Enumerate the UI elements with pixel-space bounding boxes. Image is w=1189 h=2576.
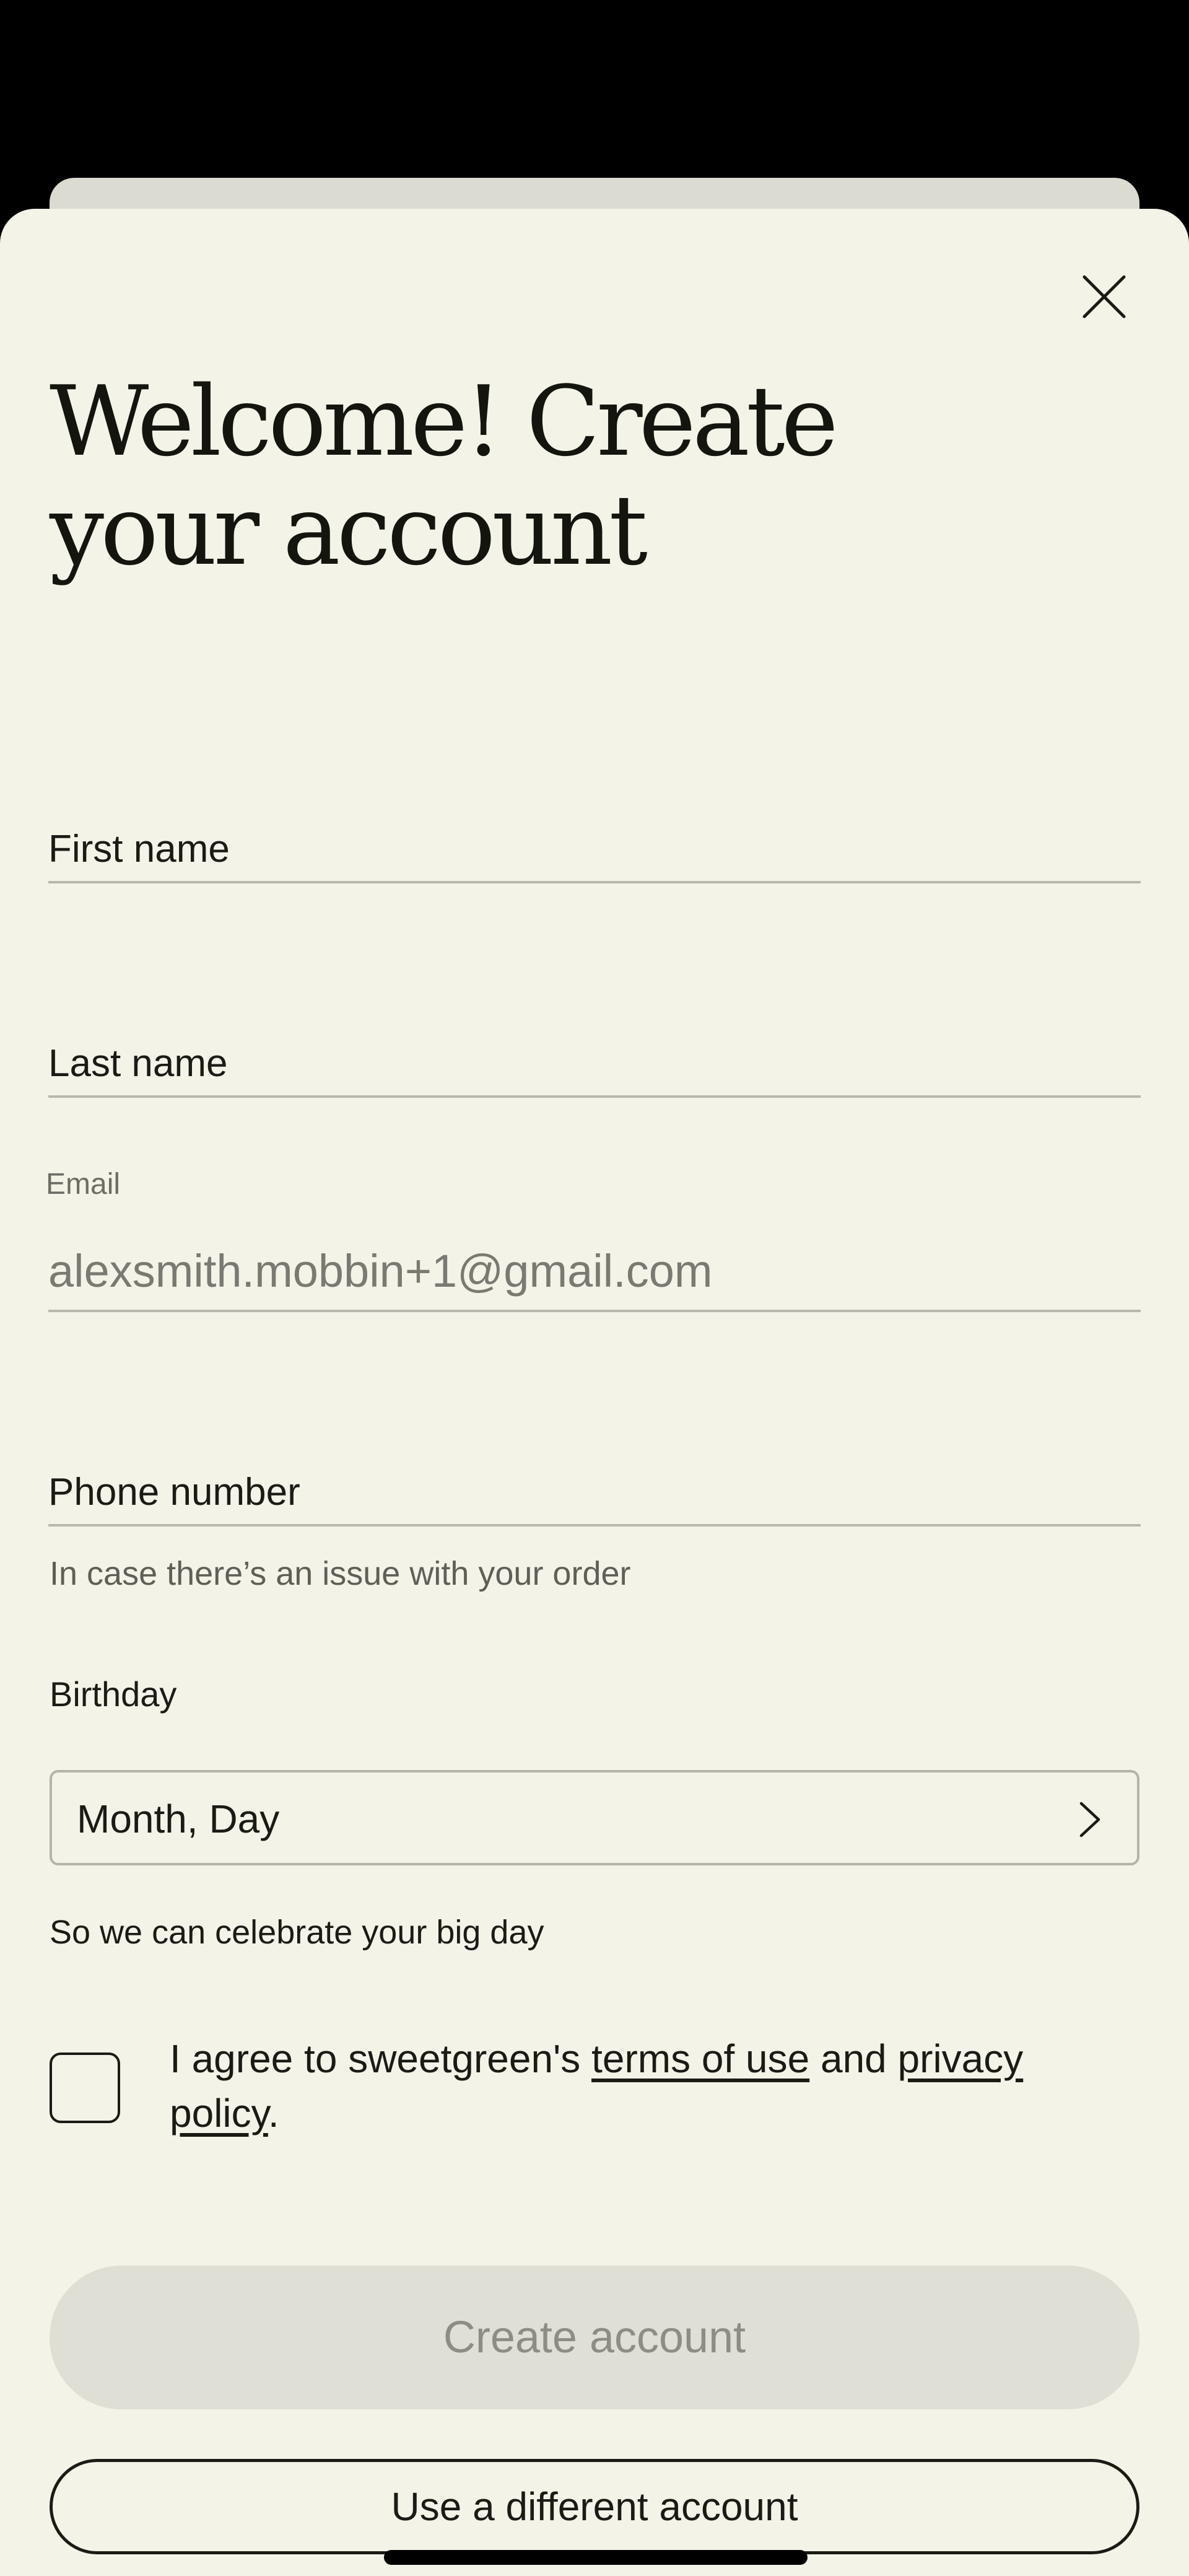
use-different-account-button[interactable]: Use a different account — [50, 2459, 1139, 2554]
chevron-right-icon — [1079, 1802, 1100, 1838]
birthday-label: Birthday — [50, 1675, 177, 1714]
email-value: alexsmith.mobbin+1@gmail.com — [48, 1245, 713, 1297]
create-account-button[interactable]: Create account — [50, 2266, 1139, 2409]
first-name-field[interactable]: First name — [48, 797, 1141, 883]
terms-agreement-text: I agree to sweetgreen's terms of use and… — [170, 2031, 1111, 2140]
terms-of-use-link[interactable]: terms of use — [591, 2036, 809, 2081]
first-name-label: First name — [48, 828, 230, 870]
agreement-prefix: I agree to sweetgreen's — [170, 2036, 592, 2081]
agreement-suffix: . — [268, 2091, 279, 2136]
agreement-middle: and — [809, 2036, 898, 2081]
last-name-label: Last name — [48, 1042, 228, 1085]
close-icon — [1082, 275, 1126, 318]
email-field[interactable]: alexsmith.mobbin+1@gmail.com — [48, 1226, 1141, 1312]
home-indicator — [384, 2550, 808, 2565]
terms-checkbox[interactable] — [50, 2052, 120, 2123]
last-name-field[interactable]: Last name — [48, 1012, 1141, 1098]
phone-number-field[interactable]: Phone number — [48, 1440, 1141, 1527]
birthday-helper-text: So we can celebrate your big day — [50, 1914, 544, 1951]
email-label: Email — [46, 1168, 121, 1201]
birthday-select[interactable]: Month, Day — [50, 1770, 1139, 1865]
phone-number-label: Phone number — [48, 1471, 300, 1514]
birthday-placeholder: Month, Day — [77, 1797, 280, 1841]
page-title: Welcome! Create your account — [50, 365, 838, 587]
phone-helper-text: In case there’s an issue with your order — [50, 1555, 631, 1592]
close-button[interactable] — [1073, 266, 1135, 328]
create-account-sheet: Welcome! Create your account First name … — [0, 209, 1189, 2576]
